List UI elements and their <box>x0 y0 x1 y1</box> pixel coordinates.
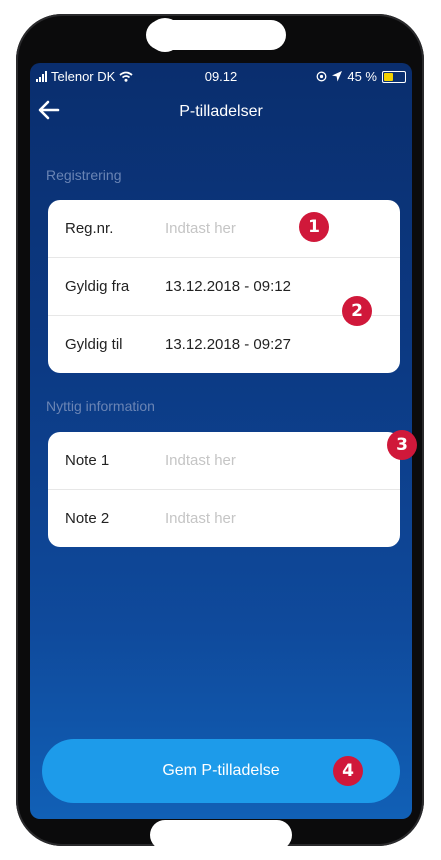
callout-badge-3: 3 <box>387 430 417 460</box>
location-icon <box>332 71 343 82</box>
info-card: Note 1 Indtast her Note 2 Indtast her <box>48 432 400 547</box>
callout-badge-4: 4 <box>333 756 363 786</box>
registration-card: Reg.nr. Indtast her Gyldig fra 13.12.201… <box>48 200 400 373</box>
valid-from-label: Gyldig fra <box>65 278 130 295</box>
callout-badge-1: 1 <box>299 212 329 242</box>
page-title: P-tilladelser <box>179 103 263 120</box>
note-1-row[interactable]: Note 1 Indtast her <box>48 432 400 490</box>
callout-badge-2: 2 <box>342 296 372 326</box>
home-indicator <box>150 820 292 850</box>
note-2-input[interactable]: Indtast her <box>165 510 236 527</box>
app-screen: Telenor DK 09.12 45 % P-tilladelser Regi… <box>30 63 412 819</box>
status-bar: Telenor DK 09.12 45 % <box>30 69 412 89</box>
nav-bar: P-tilladelser <box>30 89 412 133</box>
battery-percent: 45 % <box>347 69 377 84</box>
battery-icon <box>382 70 406 83</box>
valid-to-value[interactable]: 13.12.2018 - 09:27 <box>165 336 291 353</box>
section-info-heading: Nyttig information <box>46 398 155 414</box>
section-registration-heading: Registrering <box>46 167 122 183</box>
save-permit-label: Gem P-tilladelse <box>162 762 280 779</box>
valid-from-value[interactable]: 13.12.2018 - 09:12 <box>165 278 291 295</box>
note-2-label: Note 2 <box>65 510 110 527</box>
orientation-lock-icon <box>316 71 327 82</box>
valid-to-row[interactable]: Gyldig til 13.12.2018 - 09:27 <box>48 316 400 373</box>
note-1-input[interactable]: Indtast her <box>165 452 236 469</box>
front-camera <box>148 18 182 52</box>
reg-nr-input[interactable]: Indtast her <box>165 220 236 237</box>
note-2-row[interactable]: Note 2 Indtast her <box>48 490 400 547</box>
valid-to-label: Gyldig til <box>65 336 123 353</box>
note-1-label: Note 1 <box>65 452 110 469</box>
reg-nr-label: Reg.nr. <box>65 220 114 237</box>
reg-nr-row[interactable]: Reg.nr. Indtast her <box>48 200 400 258</box>
